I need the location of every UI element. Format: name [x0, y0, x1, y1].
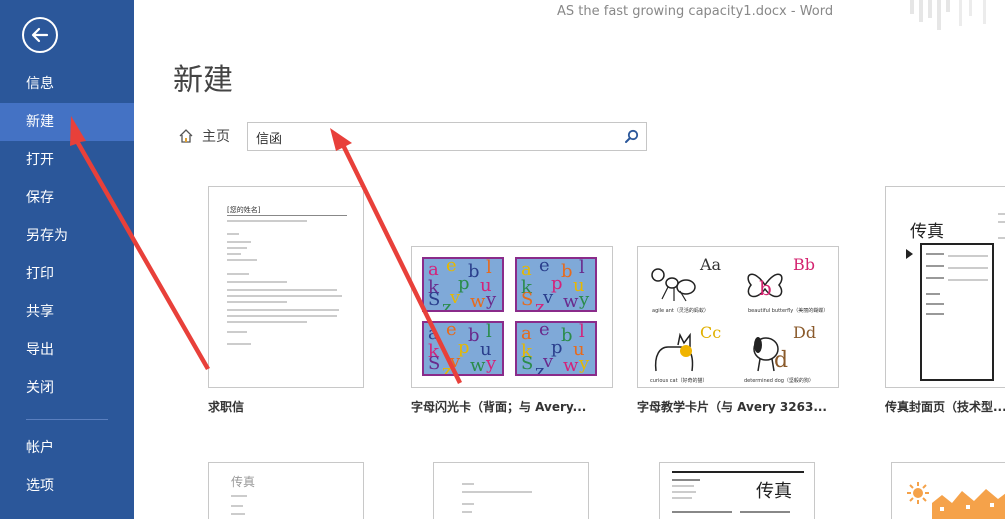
card-letters: Aa	[700, 255, 722, 274]
flash-letter: y	[486, 353, 497, 374]
template-thumbnail: [您的姓名]	[208, 186, 364, 388]
card-letters: Dd	[793, 323, 817, 342]
butterfly-icon: b	[747, 273, 783, 300]
flash-letter: w	[563, 291, 579, 312]
svg-text:b: b	[759, 276, 772, 300]
template-thumbnail: Aa agile ant（灵活的蚂蚁） b Bb beautiful butte…	[637, 246, 839, 388]
nav-open[interactable]: 打开	[0, 141, 134, 179]
nav-share[interactable]: 共享	[0, 293, 134, 331]
template-search-box[interactable]	[247, 122, 647, 151]
ant-icon	[651, 268, 696, 302]
flash-letter: w	[470, 291, 486, 312]
nav-account[interactable]: 帐户	[0, 429, 134, 467]
flash-letter: v	[450, 351, 461, 372]
svg-text:d: d	[774, 348, 788, 373]
nav-close[interactable]: 关闭	[0, 369, 134, 407]
cat-icon	[654, 332, 694, 372]
flash-letter: w	[470, 355, 486, 376]
back-button[interactable]	[22, 17, 58, 53]
nav-save-as[interactable]: 另存为	[0, 217, 134, 255]
template-label: 传真封面页（技术型...	[885, 400, 1005, 414]
sun-icon	[907, 482, 929, 504]
card-caption: curious cat（好奇的猫）	[650, 378, 708, 384]
flash-letter: b	[561, 325, 573, 346]
flash-letter: S	[428, 353, 441, 374]
thumb-title: 传真	[231, 475, 256, 489]
flash-letter: v	[543, 287, 554, 308]
thumb-title: 传真	[910, 222, 944, 242]
template-thumbnail: 传真	[659, 462, 815, 519]
page-title: 新建	[173, 63, 233, 98]
flash-letter: v	[543, 351, 554, 372]
flash-letter: z	[442, 297, 452, 312]
card-caption: beautiful butterfly（美丽的蝴蝶）	[748, 308, 829, 314]
flash-letter: w	[563, 355, 579, 376]
search-input[interactable]	[256, 127, 616, 147]
flash-letter: b	[468, 261, 480, 282]
template-thumbnail	[433, 462, 589, 519]
template-label: 求职信	[208, 400, 245, 414]
flash-letter: e	[446, 321, 457, 340]
flash-letter: e	[539, 321, 550, 340]
flash-letter: z	[535, 297, 545, 312]
template-thumbnail: 传真	[208, 462, 364, 519]
template-thumbnail	[891, 462, 1005, 519]
flash-letter: v	[450, 287, 461, 308]
flash-letter: y	[579, 289, 590, 310]
flash-letter: b	[561, 261, 573, 282]
template-label: 字母教学卡片（与 Avery 3263...	[637, 400, 827, 414]
thumb-title: [您的姓名]	[227, 206, 261, 214]
nav-info[interactable]: 信息	[0, 65, 134, 103]
title-decoration	[905, 0, 1005, 30]
card-letters: Cc	[700, 323, 722, 342]
flash-letter: z	[535, 361, 545, 376]
home-link[interactable]: 主页	[178, 126, 230, 146]
flash-letter: e	[446, 257, 457, 276]
thumb-title: 传真	[756, 481, 792, 502]
houses-icon	[932, 489, 1005, 519]
home-icon	[179, 129, 193, 143]
flash-letter: y	[486, 289, 497, 310]
back-arrow-icon	[31, 27, 49, 43]
flash-card-tile: aeblkpuvSwyz	[422, 257, 504, 312]
flash-letter: S	[428, 289, 441, 310]
flash-card-tile: aeblkpuvSwyz	[422, 321, 504, 376]
search-icon[interactable]	[624, 129, 640, 145]
flash-card-tile: aeblkpuvSwyz	[515, 257, 597, 312]
backstage-sidebar: 信息 新建 打开 保存 另存为 打印 共享 导出 关闭 帐户 选项	[0, 0, 134, 519]
flash-letter: S	[521, 353, 534, 374]
sidebar-divider	[26, 419, 108, 420]
nav-print[interactable]: 打印	[0, 255, 134, 293]
flash-letter: y	[579, 353, 590, 374]
flash-card-tile: aeblkpuvSwyz	[515, 321, 597, 376]
home-label: 主页	[202, 129, 230, 145]
window-title: AS the fast growing capacity1.docx - Wor…	[557, 4, 834, 19]
nav-options[interactable]: 选项	[0, 467, 134, 505]
flash-letter: b	[468, 325, 480, 346]
nav-export[interactable]: 导出	[0, 331, 134, 369]
nav-new[interactable]: 新建	[0, 103, 134, 141]
template-thumbnail: aeblkpuvSwyzaeblkpuvSwyzaeblkpuvSwyzaebl…	[411, 246, 613, 388]
dog-icon: d	[753, 337, 788, 373]
nav-save[interactable]: 保存	[0, 179, 134, 217]
flash-letter: z	[442, 361, 452, 376]
template-thumbnail: 传真	[885, 186, 1005, 388]
template-label: 字母闪光卡（背面；与 Avery...	[411, 400, 587, 414]
card-letters: Bb	[793, 255, 815, 274]
flash-letter: S	[521, 289, 534, 310]
card-caption: determined dog（坚毅的狗）	[744, 378, 814, 384]
flash-letter: e	[539, 257, 550, 276]
card-caption: agile ant（灵活的蚂蚁）	[652, 308, 709, 314]
